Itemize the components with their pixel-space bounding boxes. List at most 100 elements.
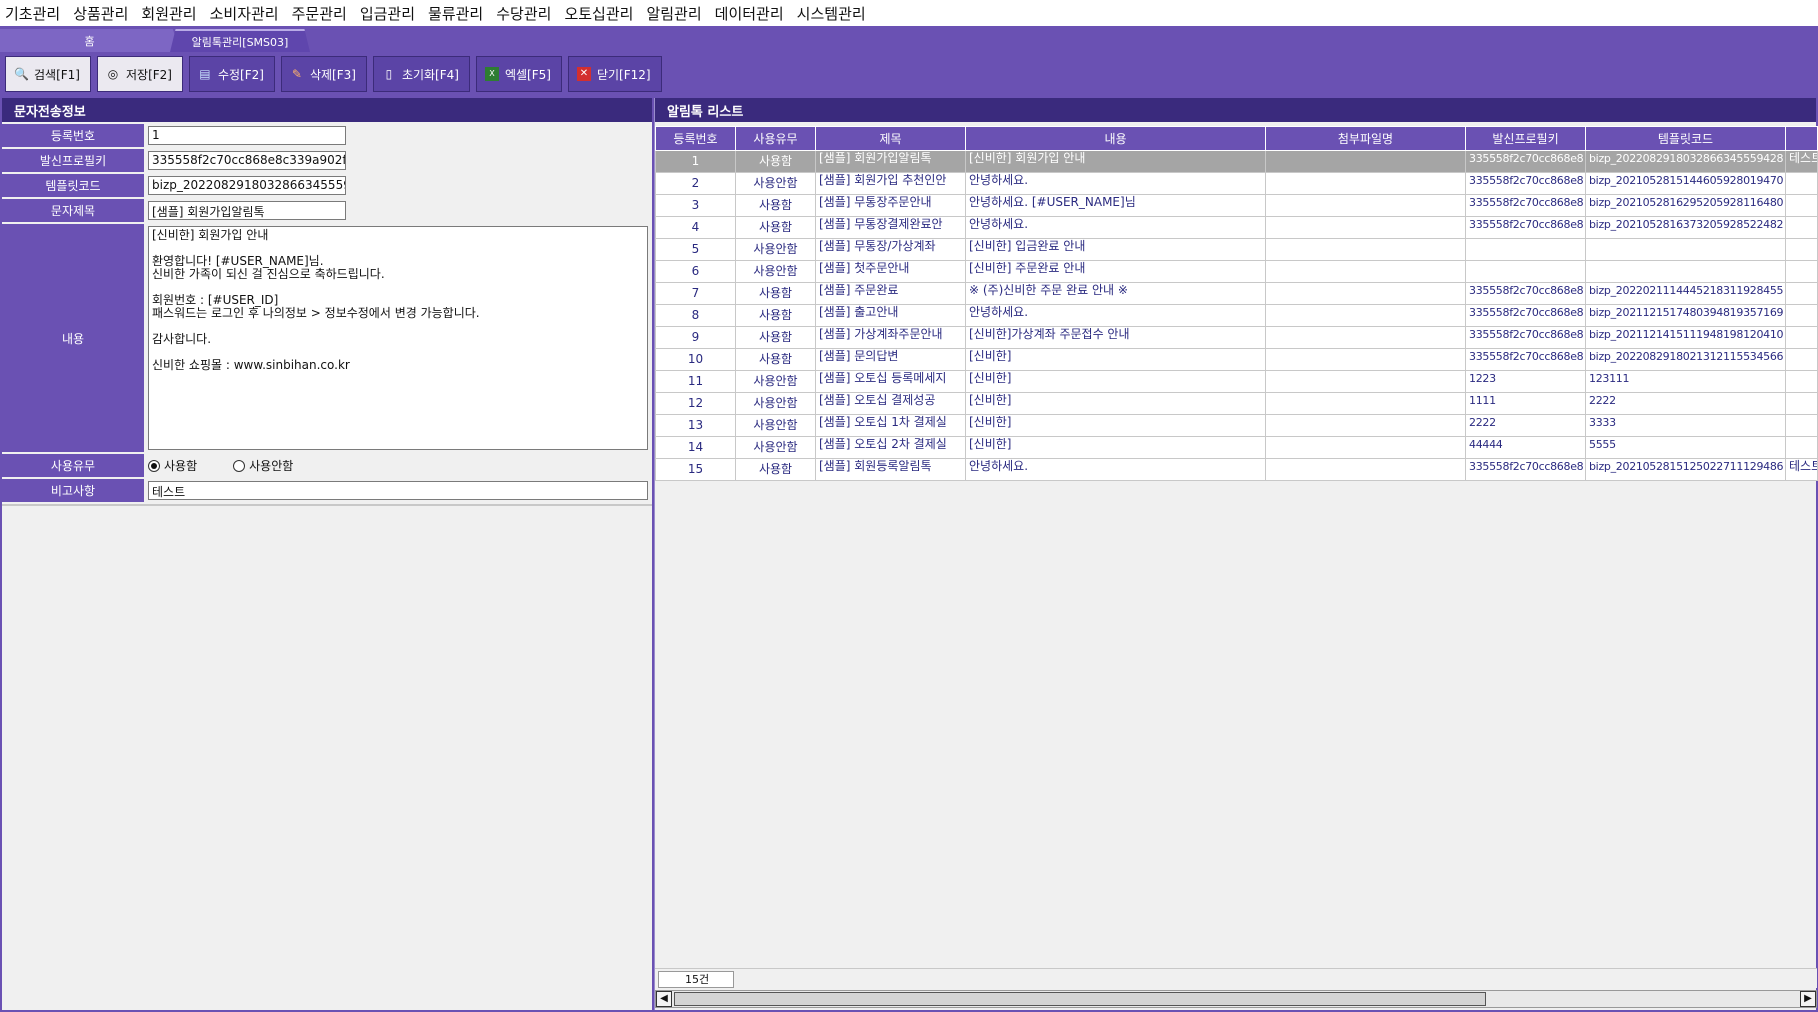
cell-title[interactable]: [샘플] 오토십 결제성공 — [815, 392, 966, 415]
cell-reg-no[interactable]: 11 — [655, 370, 736, 393]
remarks-input[interactable]: 테스트 — [148, 481, 648, 500]
table-row[interactable]: 14 사용안함 [샘플] 오토십 2차 결제실 [신비한] 44444 5555 — [655, 436, 1818, 459]
cell-sender-key[interactable] — [1465, 238, 1586, 261]
cell-template-code[interactable]: bizp_2021052815144605928019470 — [1585, 172, 1786, 195]
cell-title[interactable]: [샘플] 회원가입 추천인안 — [815, 172, 966, 195]
table-row[interactable]: 10 사용함 [샘플] 문의답변 [신비한] 335558f2c70cc868e8 biz… — [655, 348, 1818, 371]
col-reg-no[interactable]: 등록번호 — [655, 126, 736, 151]
cell-use-yn[interactable]: 사용안함 — [735, 414, 816, 437]
table-row[interactable]: 12 사용안함 [샘플] 오토십 결제성공 [신비한] 1111 2222 — [655, 392, 1818, 415]
cell-template-code[interactable]: bizp_2022021114445218311928455 — [1585, 282, 1786, 305]
table-row[interactable]: 2 사용안함 [샘플] 회원가입 추천인안 안녕하세요. 335558f2c70cc86… — [655, 172, 1818, 195]
cell-content[interactable]: [신비한] — [965, 436, 1266, 459]
table-row[interactable]: 4 사용함 [샘플] 무통장결제완료안 안녕하세요. 335558f2c70cc868e… — [655, 216, 1818, 239]
menu-data[interactable]: 데이터관리 — [710, 3, 792, 24]
cell-extra[interactable] — [1785, 370, 1818, 393]
cell-sender-key[interactable]: 335558f2c70cc868e8 — [1465, 348, 1586, 371]
cell-use-yn[interactable]: 사용함 — [735, 216, 816, 239]
tab-home[interactable]: 홈 — [0, 29, 180, 52]
cell-attachment[interactable] — [1265, 260, 1466, 283]
cell-extra[interactable] — [1785, 436, 1818, 459]
col-title[interactable]: 제목 — [815, 126, 966, 151]
close-button[interactable]: ✕ 닫기[F12] — [567, 56, 662, 92]
cell-use-yn[interactable]: 사용함 — [735, 458, 816, 481]
menu-deposit[interactable]: 입금관리 — [355, 3, 423, 24]
cell-title[interactable]: [샘플] 오토십 2차 결제실 — [815, 436, 966, 459]
col-content[interactable]: 내용 — [965, 126, 1266, 151]
cell-content[interactable]: [신비한]가상계좌 주문접수 안내 — [965, 326, 1266, 349]
cell-template-code[interactable]: bizp_2022082918021312115534566 — [1585, 348, 1786, 371]
tab-sms03[interactable]: 알림톡관리[SMS03] — [170, 29, 310, 52]
cell-template-code[interactable]: bizp_2021121517480394819357169 — [1585, 304, 1786, 327]
cell-use-yn[interactable]: 사용함 — [735, 304, 816, 327]
menu-notification[interactable]: 알림관리 — [641, 3, 709, 24]
cell-reg-no[interactable]: 7 — [655, 282, 736, 305]
cell-reg-no[interactable]: 2 — [655, 172, 736, 195]
cell-use-yn[interactable]: 사용안함 — [735, 172, 816, 195]
col-use-yn[interactable]: 사용유무 — [735, 126, 816, 151]
cell-reg-no[interactable]: 15 — [655, 458, 736, 481]
cell-attachment[interactable] — [1265, 238, 1466, 261]
cell-template-code[interactable]: 123111 — [1585, 370, 1786, 393]
cell-reg-no[interactable]: 4 — [655, 216, 736, 239]
table-row[interactable]: 1 사용함 [샘플] 회원가입알림톡 [신비한] 회원가입 안내 335558f2c70… — [655, 150, 1818, 173]
scroll-left-icon[interactable]: ◀ — [656, 991, 672, 1007]
cell-title[interactable]: [샘플] 회원등록알림톡 — [815, 458, 966, 481]
msg-title-input[interactable]: [샘플] 회원가입알림톡 — [148, 201, 346, 220]
cell-extra[interactable]: 테스트 — [1785, 458, 1818, 481]
cell-content[interactable]: 안녕하세요. — [965, 458, 1266, 481]
cell-sender-key[interactable]: 1111 — [1465, 392, 1586, 415]
cell-content[interactable]: 안녕하세요. — [965, 216, 1266, 239]
excel-button[interactable]: X 엑셀[F5] — [475, 56, 562, 92]
cell-use-yn[interactable]: 사용안함 — [735, 238, 816, 261]
table-row[interactable]: 13 사용안함 [샘플] 오토십 1차 결제실 [신비한] 2222 3333 — [655, 414, 1818, 437]
cell-content[interactable]: [신비한] 입금완료 안내 — [965, 238, 1266, 261]
cell-sender-key[interactable]: 44444 — [1465, 436, 1586, 459]
cell-attachment[interactable] — [1265, 172, 1466, 195]
cell-content[interactable]: [신비한] 주문완료 안내 — [965, 260, 1266, 283]
menu-order[interactable]: 주문관리 — [287, 3, 355, 24]
cell-title[interactable]: [샘플] 무통장주문안내 — [815, 194, 966, 217]
cell-attachment[interactable] — [1265, 370, 1466, 393]
cell-template-code[interactable]: 5555 — [1585, 436, 1786, 459]
cell-use-yn[interactable]: 사용함 — [735, 150, 816, 173]
horizontal-scrollbar[interactable]: ◀ ▶ — [655, 990, 1817, 1008]
cell-attachment[interactable] — [1265, 326, 1466, 349]
menu-autoship[interactable]: 오토십관리 — [559, 3, 641, 24]
cell-title[interactable]: [샘플] 오토십 등록메세지 — [815, 370, 966, 393]
cell-title[interactable]: [샘플] 무통장/가상계좌 — [815, 238, 966, 261]
use-radio[interactable]: 사용함 — [148, 457, 197, 474]
scroll-thumb[interactable] — [674, 992, 1486, 1006]
cell-template-code[interactable]: bizp_2021052815125022711129486 — [1585, 458, 1786, 481]
cell-title[interactable]: [샘플] 무통장결제완료안 — [815, 216, 966, 239]
content-textarea[interactable]: [신비한] 회원가입 안내 환영합니다! [#USER_NAME]님. 신비한 … — [148, 226, 648, 450]
delete-button[interactable]: ✎ 삭제[F3] — [280, 56, 367, 92]
col-attachment[interactable]: 첨부파일명 — [1265, 126, 1466, 151]
cell-sender-key[interactable]: 335558f2c70cc868e8 — [1465, 150, 1586, 173]
cell-attachment[interactable] — [1265, 414, 1466, 437]
cell-use-yn[interactable]: 사용안함 — [735, 436, 816, 459]
table-row[interactable]: 15 사용함 [샘플] 회원등록알림톡 안녕하세요. 335558f2c70cc868e… — [655, 458, 1818, 481]
cell-content[interactable]: [신비한] — [965, 348, 1266, 371]
table-row[interactable]: 11 사용안함 [샘플] 오토십 등록메세지 [신비한] 1223 123111 — [655, 370, 1818, 393]
cell-use-yn[interactable]: 사용안함 — [735, 260, 816, 283]
sender-key-input[interactable]: 335558f2c70cc868e8c339a902f5098dfa — [148, 151, 346, 170]
cell-reg-no[interactable]: 14 — [655, 436, 736, 459]
cell-reg-no[interactable]: 8 — [655, 304, 736, 327]
reg-no-input[interactable]: 1 — [148, 126, 346, 145]
cell-template-code[interactable]: bizp_2021052816295205928116480 — [1585, 194, 1786, 217]
cell-extra[interactable] — [1785, 238, 1818, 261]
cell-reg-no[interactable]: 12 — [655, 392, 736, 415]
cell-extra[interactable] — [1785, 282, 1818, 305]
cell-use-yn[interactable]: 사용함 — [735, 194, 816, 217]
cell-sender-key[interactable]: 2222 — [1465, 414, 1586, 437]
cell-content[interactable]: [신비한] 회원가입 안내 — [965, 150, 1266, 173]
cell-content[interactable]: 안녕하세요. [#USER_NAME]님 — [965, 194, 1266, 217]
cell-title[interactable]: [샘플] 가상계좌주문안내 — [815, 326, 966, 349]
cell-sender-key[interactable]: 335558f2c70cc868e8 — [1465, 216, 1586, 239]
template-code-input[interactable]: bizp_2022082918032866345559428 — [148, 176, 346, 195]
cell-attachment[interactable] — [1265, 150, 1466, 173]
cell-use-yn[interactable]: 사용함 — [735, 326, 816, 349]
cell-use-yn[interactable]: 사용함 — [735, 348, 816, 371]
table-row[interactable]: 3 사용함 [샘플] 무통장주문안내 안녕하세요. [#USER_NAME]님 3355… — [655, 194, 1818, 217]
